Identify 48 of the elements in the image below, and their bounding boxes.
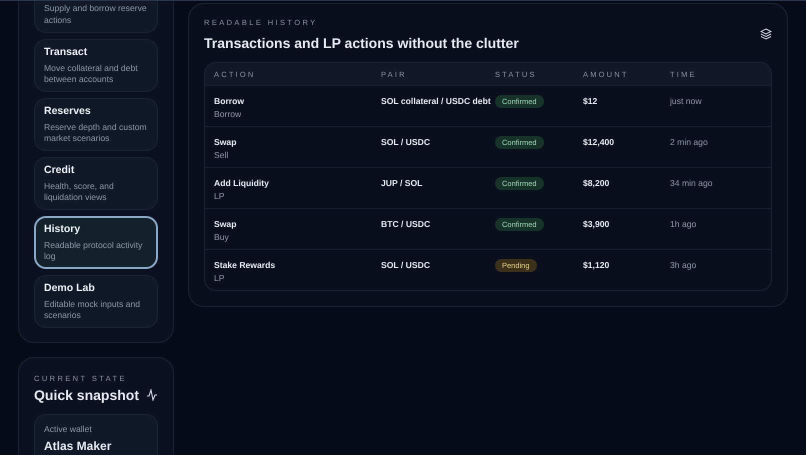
action-type: Sell <box>214 150 230 160</box>
nav-item-description: Health, score, and liquidation views <box>44 180 115 204</box>
pair-cell-text: BTC / USDC <box>381 219 432 229</box>
action-name: Swap <box>214 219 238 229</box>
activity-icon <box>146 389 158 401</box>
action-type: Buy <box>214 232 230 242</box>
action-name: Swap <box>214 137 238 147</box>
nav-item[interactable]: Demo Lab Editable mock inputs and scenarios <box>34 275 158 328</box>
pair-cell-text: SOL / USDC <box>381 137 432 147</box>
action-name: Stake Rewards <box>214 260 276 270</box>
pair-cell-text: JUP / SOL <box>381 178 424 188</box>
section-title: Quick snapshot <box>34 387 140 403</box>
nav-item[interactable]: Credit Health, score, and liquidation views <box>34 157 158 210</box>
nav-item-title: Credit <box>44 164 76 176</box>
time-cell-text: just now <box>670 96 703 106</box>
time-cell-text: 3h ago <box>670 260 698 270</box>
action-name: Add Liquidity <box>214 178 270 188</box>
wallet-name: Atlas Maker <box>44 439 112 453</box>
pair-cell-text: SOL / USDC <box>381 260 432 270</box>
amount-cell-text: $3,900 <box>583 219 610 229</box>
nav-item-description: Move collateral and debt between accounts <box>44 62 139 86</box>
nav-item-title: Transact <box>44 46 88 58</box>
nav-item-description: Readable protocol activity log <box>44 240 144 262</box>
time-cell-text: 2 min ago <box>670 137 709 147</box>
amount-cell-text: $1,120 <box>583 260 610 270</box>
wallet-label: Active wallet <box>44 424 93 434</box>
nav-item[interactable]: Transact Move collateral and debt between accounts <box>34 39 158 92</box>
nav-item[interactable]: Supply and borrow reserve actions <box>34 1 158 33</box>
time-cell-text: 1h ago <box>670 219 698 229</box>
nav-item-description: Editable mock inputs and scenarios <box>44 298 142 322</box>
amount-cell-text: $12 <box>583 96 598 106</box>
amount-cell-text: $8,200 <box>583 178 610 188</box>
nav-item[interactable]: Reserves Reserve depth and custom market scenarios <box>34 98 158 151</box>
action-type: LP <box>214 273 226 283</box>
nav-item-description: Supply and borrow reserve actions <box>44 3 148 26</box>
pair-cell-text: SOL collateral / USDC debt <box>381 96 492 106</box>
nav-item-title: History <box>44 222 82 234</box>
section-title: Transactions and LP actions without the clutter <box>204 35 519 51</box>
nav-item[interactable]: History Readable protocol activity log <box>34 216 158 269</box>
action-name: Borrow <box>214 96 246 106</box>
nav-item-description: Reserve depth and custom market scenarios <box>44 122 148 144</box>
nav-item-title: Reserves <box>44 104 92 116</box>
action-type: Borrow <box>214 109 242 119</box>
amount-cell-text: $12,400 <box>583 137 616 147</box>
layers-icon[interactable] <box>760 28 772 40</box>
time-cell-text: 34 min ago <box>670 178 714 188</box>
action-type: LP <box>214 191 226 201</box>
nav-item-title: Demo Lab <box>44 282 96 294</box>
